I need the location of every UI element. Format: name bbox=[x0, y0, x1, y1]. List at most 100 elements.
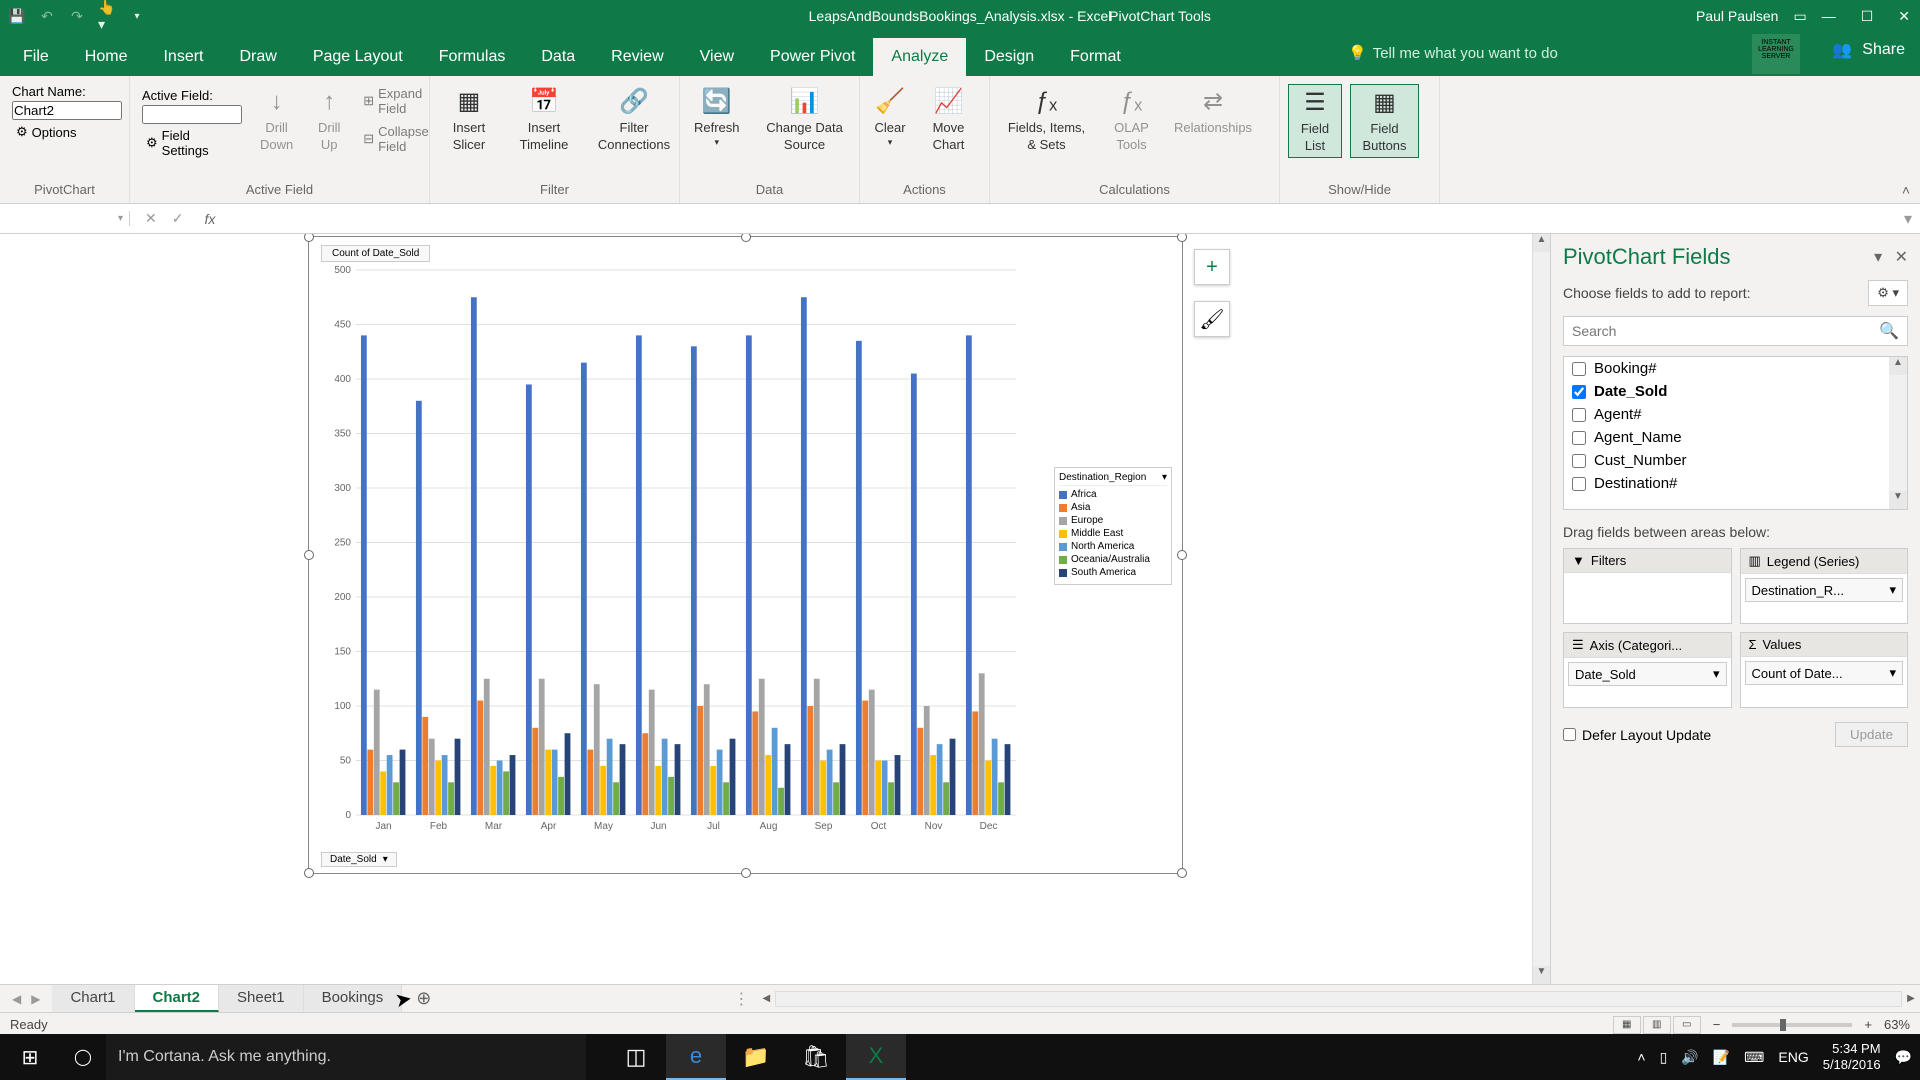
axis-dropdown-icon[interactable]: ▾ bbox=[383, 854, 388, 865]
tell-me-search[interactable]: 💡 Tell me what you want to do bbox=[1348, 44, 1558, 62]
legend-field-button[interactable]: Destination_Region bbox=[1059, 472, 1146, 483]
change-data-source-button[interactable]: 📊 Change Data Source bbox=[754, 84, 856, 156]
cortana-icon[interactable]: ◯ bbox=[60, 1034, 106, 1080]
fields-layout-button[interactable]: ⚙ ▾ bbox=[1868, 280, 1908, 306]
excel-icon[interactable]: X bbox=[846, 1034, 906, 1080]
chart-elements-button[interactable]: + bbox=[1194, 249, 1230, 285]
move-chart-button[interactable]: 📈 Move Chart bbox=[920, 84, 977, 156]
sheet-tab[interactable]: Chart2 bbox=[135, 985, 220, 1012]
chart-axis-field-button[interactable]: Date_Sold ▾ bbox=[321, 852, 397, 867]
enter-formula-icon[interactable]: ✓ bbox=[172, 210, 184, 227]
ribbon-display-icon[interactable]: ▭ bbox=[1793, 8, 1806, 25]
field-item[interactable]: Destination# bbox=[1564, 472, 1907, 495]
expand-field-button[interactable]: ⊞ Expand Field bbox=[359, 84, 433, 118]
fields-search-input[interactable] bbox=[1572, 321, 1879, 341]
cancel-formula-icon[interactable]: ✕ bbox=[145, 210, 157, 227]
field-list-button[interactable]: ☰ Field List bbox=[1288, 84, 1342, 158]
collapse-ribbon-icon[interactable]: ˄ bbox=[1902, 182, 1910, 198]
tab-format[interactable]: Format bbox=[1052, 38, 1139, 76]
legend-item[interactable]: Oceania/Australia bbox=[1059, 554, 1167, 565]
normal-view-button[interactable]: ▦ bbox=[1613, 1016, 1641, 1034]
axis-drop-area[interactable]: ☰Axis (Categori... Date_Sold ▾ bbox=[1563, 632, 1732, 708]
fx-icon[interactable]: fx bbox=[198, 211, 221, 227]
filters-drop-area[interactable]: ▼Filters bbox=[1563, 548, 1732, 624]
tab-insert[interactable]: Insert bbox=[145, 38, 221, 76]
tab-page-layout[interactable]: Page Layout bbox=[295, 38, 421, 76]
legend-item[interactable]: Africa bbox=[1059, 489, 1167, 500]
active-field-input[interactable] bbox=[142, 105, 242, 124]
name-box[interactable]: ▾ bbox=[0, 211, 130, 226]
page-break-view-button[interactable]: ▭ bbox=[1673, 1016, 1701, 1034]
tab-formulas[interactable]: Formulas bbox=[421, 38, 524, 76]
minimize-icon[interactable]: — bbox=[1822, 8, 1836, 25]
keyboard-icon[interactable]: ⌨ bbox=[1744, 1049, 1764, 1066]
zoom-level[interactable]: 63% bbox=[1884, 1017, 1910, 1032]
store-icon[interactable]: 🛍 bbox=[786, 1034, 846, 1080]
sheet-tab[interactable]: Chart1 bbox=[52, 985, 134, 1012]
tab-power-pivot[interactable]: Power Pivot bbox=[752, 38, 873, 76]
chart-styles-button[interactable]: 🖌 bbox=[1194, 301, 1230, 337]
cortana-search[interactable]: I'm Cortana. Ask me anything. bbox=[106, 1034, 586, 1080]
chart-plot-area[interactable]: 050100150200250300350400450500JanFebMarA… bbox=[321, 265, 1021, 840]
fields-items-sets-button[interactable]: ƒₓ Fields, Items, & Sets bbox=[998, 84, 1095, 156]
share-button[interactable]: Share bbox=[1862, 41, 1905, 59]
field-buttons-button[interactable]: ▦ Field Buttons bbox=[1350, 84, 1419, 158]
tab-draw[interactable]: Draw bbox=[221, 38, 294, 76]
formula-input[interactable] bbox=[221, 211, 1896, 226]
hscroll-left-icon[interactable]: ◀ bbox=[757, 993, 775, 1004]
tab-home[interactable]: Home bbox=[67, 38, 146, 76]
file-explorer-icon[interactable]: 📁 bbox=[726, 1034, 786, 1080]
tab-analyze[interactable]: Analyze bbox=[873, 38, 966, 76]
defer-update-checkbox[interactable]: Defer Layout Update bbox=[1563, 727, 1711, 743]
field-list[interactable]: Booking#Date_SoldAgent#Agent_NameCust_Nu… bbox=[1563, 356, 1908, 510]
pill-dropdown-icon[interactable]: ▾ bbox=[1889, 665, 1896, 681]
zoom-out-button[interactable]: − bbox=[1713, 1017, 1721, 1032]
field-item[interactable]: Cust_Number bbox=[1564, 449, 1907, 472]
touch-mode-icon[interactable]: 👆▾ bbox=[98, 7, 116, 25]
notes-icon[interactable]: 📝 bbox=[1713, 1049, 1730, 1066]
redo-icon[interactable]: ↷ bbox=[68, 7, 86, 25]
sheet-tab[interactable]: Sheet1 bbox=[219, 985, 304, 1012]
sheet-area[interactable]: Count of Date_Sold 050100150200250300350… bbox=[0, 234, 1550, 984]
scroll-up-icon[interactable]: ▲ bbox=[1533, 234, 1550, 252]
edge-icon[interactable]: e bbox=[666, 1034, 726, 1080]
undo-icon[interactable]: ↶ bbox=[38, 7, 56, 25]
volume-icon[interactable]: 🔊 bbox=[1681, 1049, 1698, 1066]
scroll-down-icon[interactable]: ▼ bbox=[1533, 966, 1550, 984]
legend-item[interactable]: Europe bbox=[1059, 515, 1167, 526]
filter-connections-button[interactable]: 🔗 Filter Connections bbox=[588, 84, 680, 156]
clock[interactable]: 5:34 PM 5/18/2016 bbox=[1823, 1041, 1881, 1072]
expand-formula-bar-icon[interactable]: ▾ bbox=[1896, 209, 1920, 229]
tab-design[interactable]: Design bbox=[966, 38, 1052, 76]
qat-customize-icon[interactable]: ▾ bbox=[128, 7, 146, 25]
save-icon[interactable]: 💾 bbox=[8, 7, 26, 25]
legend-field-pill[interactable]: Destination_R... ▾ bbox=[1745, 578, 1904, 602]
fields-pane-close-icon[interactable]: ✕ bbox=[1895, 249, 1908, 266]
page-layout-view-button[interactable]: ▥ bbox=[1643, 1016, 1671, 1034]
pill-dropdown-icon[interactable]: ▾ bbox=[1889, 582, 1896, 598]
field-item[interactable]: Booking# bbox=[1564, 357, 1907, 380]
legend-item[interactable]: North America bbox=[1059, 541, 1167, 552]
drill-down-button[interactable]: ↓ Drill Down bbox=[254, 84, 299, 156]
tab-data[interactable]: Data bbox=[523, 38, 593, 76]
field-item[interactable]: Agent_Name bbox=[1564, 426, 1907, 449]
name-box-dropdown-icon[interactable]: ▾ bbox=[118, 213, 123, 224]
insert-slicer-button[interactable]: ▦ Insert Slicer bbox=[438, 84, 500, 156]
chart-name-input[interactable] bbox=[12, 101, 122, 120]
refresh-button[interactable]: 🔄 Refresh ▾ bbox=[688, 84, 746, 151]
zoom-in-button[interactable]: + bbox=[1864, 1017, 1872, 1032]
update-button[interactable]: Update bbox=[1835, 722, 1908, 747]
relationships-button[interactable]: ⇄ Relationships bbox=[1168, 84, 1258, 139]
legend-drop-area[interactable]: ▥Legend (Series) Destination_R... ▾ bbox=[1740, 548, 1909, 624]
chart-value-field-button[interactable]: Count of Date_Sold bbox=[321, 245, 430, 262]
legend-item[interactable]: Middle East bbox=[1059, 528, 1167, 539]
tab-nav-first-icon[interactable]: ◀ bbox=[12, 992, 21, 1006]
battery-icon[interactable]: ▯ bbox=[1660, 1049, 1668, 1066]
field-settings-button[interactable]: ⚙ Field Settings bbox=[142, 126, 242, 160]
add-sheet-button[interactable]: ⊕ bbox=[402, 988, 445, 1009]
sheet-tab[interactable]: Bookings bbox=[304, 985, 403, 1012]
hscroll-right-icon[interactable]: ▶ bbox=[1902, 993, 1920, 1004]
axis-field-pill[interactable]: Date_Sold ▾ bbox=[1568, 662, 1727, 686]
fields-search[interactable]: 🔍 bbox=[1563, 316, 1908, 346]
fields-pane-dropdown-icon[interactable]: ▾ bbox=[1874, 249, 1882, 266]
